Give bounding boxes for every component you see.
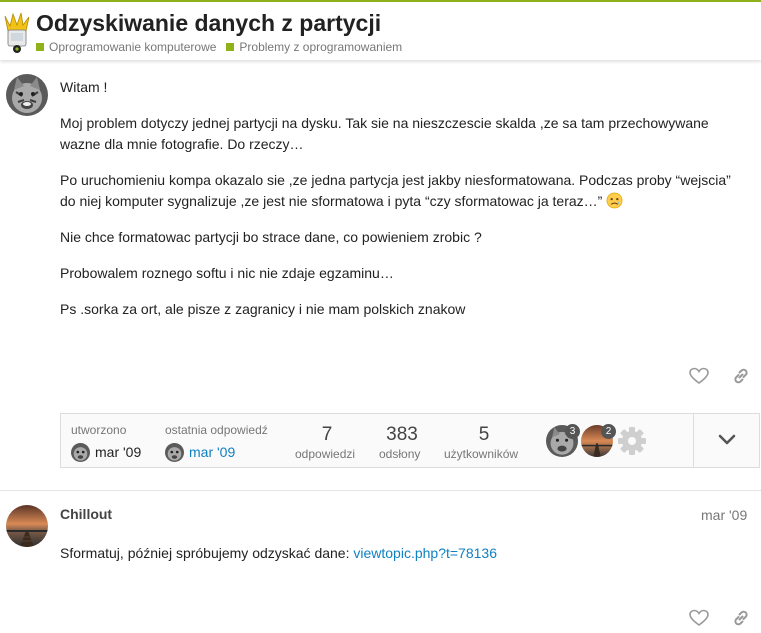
last-reply-label: ostatnia odpowiedź xyxy=(165,423,268,437)
link-icon[interactable] xyxy=(730,607,752,629)
topic-link[interactable]: viewtopic.php?t=78136 xyxy=(353,545,497,561)
topic-map: utworzono mar '09 ostatnia odpowiedź mar… xyxy=(60,413,760,468)
cat-photo-avatar-icon xyxy=(6,74,48,116)
last-replier-avatar xyxy=(165,443,184,462)
post-paragraph: Nie chce formatowac partycji bo strace d… xyxy=(60,229,482,245)
replies-label: odpowiedzi xyxy=(295,447,356,461)
views-count: 383 xyxy=(386,424,418,445)
cat-photo-avatar-icon xyxy=(71,443,90,462)
post-paragraph: Sformatuj, później spróbujemy odzyskać d… xyxy=(60,543,750,564)
participant-post-count: 3 xyxy=(565,424,580,439)
creator-avatar xyxy=(71,443,90,462)
category-color-icon xyxy=(226,43,235,51)
last-reply-date: mar '09 xyxy=(189,444,236,460)
participant-post-count: 2 xyxy=(601,424,616,439)
expand-topic-map-button[interactable] xyxy=(693,414,761,467)
post-divider xyxy=(0,490,761,491)
views-label: odsłony xyxy=(379,447,421,461)
post-date[interactable]: mar '09 xyxy=(701,507,747,523)
gear-icon[interactable] xyxy=(616,425,648,457)
subcategory-link[interactable]: Problemy z oprogramowaniem xyxy=(226,40,402,54)
heart-icon[interactable] xyxy=(688,607,710,629)
post-content: Sformatuj, później spróbujemy odzyskać d… xyxy=(60,543,750,579)
users-count: 5 xyxy=(478,424,490,445)
category-link[interactable]: Oprogramowanie komputerowe xyxy=(36,40,216,54)
created-label: utworzono xyxy=(71,423,127,437)
post-paragraph: Probowalem roznego softu i nic nie zdaje… xyxy=(60,265,394,281)
subcategory-label: Problemy z oprogramowaniem xyxy=(239,40,403,54)
topic-header: Odzyskiwanie danych z partycji Oprogramo… xyxy=(0,2,761,60)
sad-face-emoji-icon xyxy=(606,192,623,209)
category-color-icon xyxy=(36,43,44,51)
post-content: Witam ! Moj problem dotyczy jednej party… xyxy=(60,77,750,335)
author-avatar[interactable] xyxy=(6,74,48,116)
topic-title[interactable]: Odzyskiwanie danych z partycji xyxy=(36,10,381,37)
post-paragraph: Witam ! xyxy=(60,79,108,95)
post-paragraph: Ps .sorka za ort, ale pisze z zagranicy … xyxy=(60,301,466,317)
post-text: Sformatuj, później spróbujemy odzyskać d… xyxy=(60,545,354,561)
views-block: 383 odsłony xyxy=(367,414,437,469)
created-date: mar '09 xyxy=(95,444,142,460)
category-label: Oprogramowanie komputerowe xyxy=(49,40,217,54)
users-block: 5 użytkowników xyxy=(444,414,519,469)
site-logo-icon[interactable] xyxy=(2,12,32,54)
replies-count: 7 xyxy=(321,424,333,445)
chevron-down-icon xyxy=(718,434,736,445)
post-paragraph: Moj problem dotyczy jednej partycji na d… xyxy=(60,115,709,152)
replies-block[interactable]: 7 odpowiedzi xyxy=(292,414,362,469)
post-actions xyxy=(688,607,758,631)
link-icon[interactable] xyxy=(730,365,752,387)
post-paragraph-text: Po uruchomieniu kompa okazalo sie ,ze je… xyxy=(60,172,731,209)
heart-icon[interactable] xyxy=(688,365,710,387)
author-avatar[interactable] xyxy=(6,505,48,547)
cat-photo-avatar-icon xyxy=(165,443,184,462)
users-label: użytkowników xyxy=(444,447,519,461)
post-paragraph: Po uruchomieniu kompa okazalo sie ,ze je… xyxy=(60,170,750,212)
post-author-username[interactable]: Chillout xyxy=(60,506,112,522)
post-actions xyxy=(688,365,758,389)
category-breadcrumb: Oprogramowanie komputerowe Problemy z opr… xyxy=(36,40,412,54)
pier-sunset-avatar-icon xyxy=(6,505,48,547)
